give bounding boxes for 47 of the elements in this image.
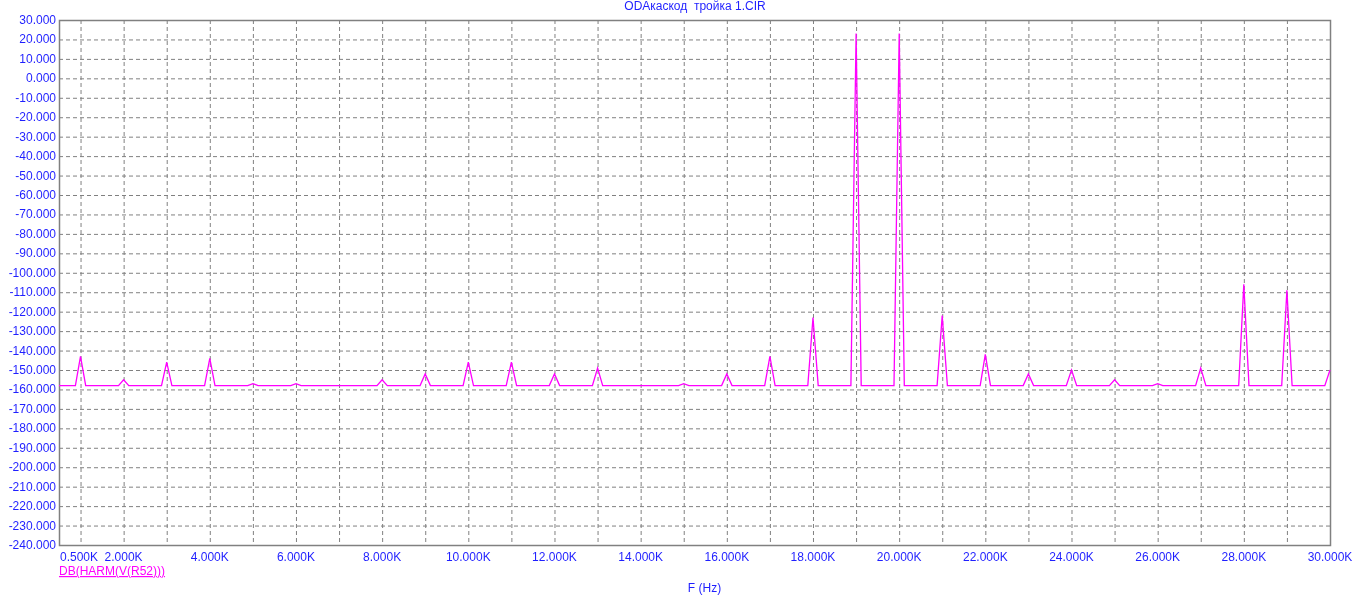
y-tick-label: -110.000 (9, 285, 56, 300)
x-tick-label: 14.000K (618, 550, 663, 564)
y-tick-label: -230.000 (8, 518, 56, 533)
y-tick-label: -100.000 (8, 265, 56, 280)
x-tick-label: 6.000K (276, 550, 315, 564)
y-tick-label: 10.000 (19, 51, 56, 66)
y-tick-label: -90.000 (15, 246, 56, 261)
chart-title: ODAкаскод тройка 1.CIR (623, 0, 767, 12)
y-tick-label: 30.000 (19, 13, 56, 27)
y-tick-label: -70.000 (15, 207, 56, 222)
x-tick-label: 0.500K (60, 550, 99, 564)
x-tick-label: 20.000K (876, 550, 922, 564)
x-tick-label: 12.000K (532, 550, 577, 564)
y-tick-label: -150.000 (8, 363, 56, 377)
y-tick-label: -80.000 (15, 226, 56, 241)
x-tick-label: 10.000K (445, 550, 491, 564)
y-tick-label: -20.000 (15, 110, 56, 125)
x-tick-label: 2.000K (104, 550, 143, 564)
y-tick-label: -140.000 (8, 343, 56, 358)
y-tick-label: -240.000 (8, 538, 56, 552)
x-tick-label: 30.000K (1307, 550, 1353, 564)
y-tick-label: 20.000 (19, 32, 56, 47)
x-axis-label: F (Hz) (687, 581, 722, 595)
y-tick-label: -220.000 (8, 499, 56, 514)
x-tick-label: 4.000K (190, 550, 229, 564)
y-tick-label: -30.000 (15, 129, 56, 144)
x-tick-label: 18.000K (790, 550, 836, 564)
x-tick-label: 26.000K (1135, 550, 1180, 564)
y-tick-label: -160.000 (8, 382, 56, 397)
legend-label: DB(HARM(V(R52))) (59, 564, 165, 578)
y-tick-label: -60.000 (15, 188, 56, 202)
y-tick-label: -50.000 (15, 168, 56, 183)
y-tick-label: -40.000 (15, 149, 56, 164)
y-tick-label: -180.000 (8, 421, 56, 436)
x-tick-label: 24.000K (1049, 550, 1094, 564)
x-tick-label: 8.000K (363, 550, 402, 564)
x-tick-label: 28.000K (1221, 550, 1267, 564)
y-tick-label: 0.000 (25, 71, 56, 86)
y-tick-label: -170.000 (8, 401, 56, 416)
y-tick-label: -120.000 (8, 304, 56, 319)
x-tick-label: 16.000K (704, 550, 750, 564)
y-tick-label: -10.000 (15, 90, 56, 105)
y-tick-label: -210.000 (8, 479, 56, 494)
y-tick-label: -190.000 (8, 440, 56, 455)
x-tick-label: 22.000K (962, 550, 1008, 564)
y-tick-label: -200.000 (8, 460, 56, 475)
y-tick-label: -130.000 (8, 324, 56, 339)
